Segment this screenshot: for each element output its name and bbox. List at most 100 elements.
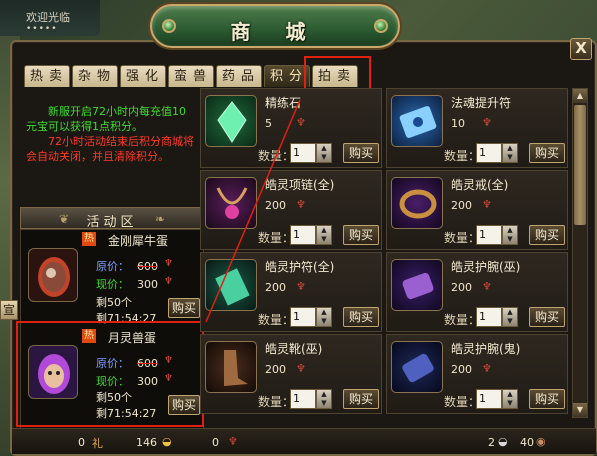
tab-enhance[interactable]: 强化 [120, 65, 166, 87]
promo-red-text: 72小时活动结束后积分商城将会自动关闭，并且清除积分。 [26, 135, 194, 163]
silver-ingot-icon: ◒ [498, 435, 508, 448]
quantity-input[interactable]: 1 [476, 389, 502, 409]
left-side-tab[interactable]: 宣 [0, 300, 18, 320]
window-title: 商 城 [230, 20, 320, 44]
quantity-label: 数量： [258, 149, 295, 163]
banner-gem-icon [374, 19, 388, 33]
product-name: 皓灵护符(全) [265, 260, 335, 274]
currency-icon: ♆ [296, 116, 306, 129]
product-card: 皓灵护腕(巫) 200 ♆ 数量： 1 ▲ ▼ 购买 [386, 252, 568, 332]
product-price: 5 [265, 117, 272, 130]
quantity-stepper[interactable]: ▲ ▼ [316, 389, 332, 409]
quantity-input[interactable]: 1 [290, 307, 316, 327]
quantity-stepper[interactable]: ▲ ▼ [502, 307, 518, 327]
tab-beast[interactable]: 蛮兽 [168, 65, 214, 87]
quantity-input[interactable]: 1 [290, 143, 316, 163]
quantity-input[interactable]: 1 [476, 143, 502, 163]
scroll-thumb[interactable] [574, 105, 586, 225]
product-price: 200 [265, 199, 286, 212]
quantity-stepper[interactable]: ▲ ▼ [502, 225, 518, 245]
gift-count: 0 [78, 436, 85, 449]
product-card: 皓灵靴(巫) 200 ♆ 数量： 1 ▲ ▼ 购买 [200, 334, 382, 414]
currency-icon: ♆ [482, 116, 492, 129]
silver-count: 2 [488, 436, 495, 449]
points-count: 0 [212, 436, 219, 449]
ring-icon[interactable] [391, 177, 443, 229]
scroll-down-icon[interactable]: ▼ [573, 403, 587, 417]
buy-button[interactable]: 购买 [529, 307, 565, 327]
quantity-input[interactable]: 1 [290, 389, 316, 409]
activity-item-highlight [16, 321, 204, 427]
activity-buy-button[interactable]: 购买 [168, 298, 200, 318]
orig-price: 600 [137, 260, 158, 273]
product-card: 皓灵戒(全) 200 ♆ 数量： 1 ▲ ▼ 购买 [386, 170, 568, 250]
bracer-icon[interactable] [391, 259, 443, 311]
product-card: 精练石 5 ♆ 数量： 1 ▲ ▼ 购买 [200, 88, 382, 168]
product-name: 皓灵护腕(巫) [451, 260, 521, 274]
activity-zone-title: 活动区 [86, 215, 138, 230]
product-name: 皓灵靴(巫) [265, 342, 323, 356]
buy-button[interactable]: 购买 [529, 143, 565, 163]
quantity-label: 数量： [258, 313, 295, 327]
quantity-label: 数量： [444, 313, 481, 327]
product-price: 200 [265, 363, 286, 376]
product-grid: 精练石 5 ♆ 数量： 1 ▲ ▼ 购买 法魂提升符 10 ♆ 数量： 1 ▲ ▼ … [200, 88, 572, 418]
product-price: 200 [265, 281, 286, 294]
close-button[interactable]: X [570, 38, 592, 60]
currency-icon: ♆ [296, 362, 306, 375]
buy-button[interactable]: 购买 [529, 389, 565, 409]
product-card: 皓灵护符(全) 200 ♆ 数量： 1 ▲ ▼ 购买 [200, 252, 382, 332]
amulet-icon[interactable] [205, 259, 257, 311]
activity-item-name: 金刚犀牛蛋 [108, 234, 169, 248]
promo-notice: 新服开启72小时内每充值10元宝可以获得1点积分。 72小时活动结束后积分商城将… [26, 104, 196, 164]
quantity-stepper[interactable]: ▲ ▼ [316, 225, 332, 245]
gift-icon: 礼 [92, 437, 103, 450]
quantity-label: 数量： [444, 149, 481, 163]
currency-icon: ♆ [482, 198, 492, 211]
ornament-right-icon: ❧ [154, 212, 165, 226]
quantity-input[interactable]: 1 [476, 307, 502, 327]
quantity-input[interactable]: 1 [290, 225, 316, 245]
bracer-dark-icon[interactable] [391, 341, 443, 393]
tab-hot[interactable]: 热卖 [24, 65, 70, 87]
gold-count: 146 [136, 436, 157, 449]
scroll-up-icon[interactable]: ▲ [573, 89, 587, 103]
currency-icon: ♆ [228, 435, 238, 448]
quantity-stepper[interactable]: ▲ ▼ [316, 307, 332, 327]
title-banner: 商 城 [150, 4, 400, 48]
promo-green-text: 新服开启72小时内每充值10元宝可以获得1点积分。 [26, 105, 186, 133]
product-card: 法魂提升符 10 ♆ 数量： 1 ▲ ▼ 购买 [386, 88, 568, 168]
boots-icon[interactable] [205, 341, 257, 393]
product-card: 皓灵护腕(鬼) 200 ♆ 数量： 1 ▲ ▼ 购买 [386, 334, 568, 414]
tab-medicine[interactable]: 药品 [216, 65, 262, 87]
tab-misc[interactable]: 杂物 [72, 65, 118, 87]
buy-button[interactable]: 购买 [343, 389, 379, 409]
currency-status-bar: 0 礼 146 ◒ 0 ♆ 2 ◒ 40 ◉ [12, 428, 596, 454]
blue-talisman-icon[interactable] [391, 95, 443, 147]
now-price: 300 [137, 278, 158, 291]
buy-button[interactable]: 购买 [529, 225, 565, 245]
product-card: 皓灵项链(全) 200 ♆ 数量： 1 ▲ ▼ 购买 [200, 170, 382, 250]
product-scrollbar[interactable]: ▲ ▼ [572, 88, 588, 418]
quantity-stepper[interactable]: ▲ ▼ [502, 143, 518, 163]
buy-button[interactable]: 购买 [343, 225, 379, 245]
currency-icon: ♆ [164, 276, 173, 287]
orig-price-label: 原价： [96, 260, 129, 273]
quantity-stepper[interactable]: ▲ ▼ [502, 389, 518, 409]
necklace-icon[interactable] [205, 177, 257, 229]
currency-icon: ♆ [482, 280, 492, 293]
now-price-row: 现价： 300 [96, 276, 158, 292]
quantity-input[interactable]: 1 [476, 225, 502, 245]
product-name: 皓灵戒(全) [451, 178, 509, 192]
quantity-stepper[interactable]: ▲ ▼ [316, 143, 332, 163]
activity-item: 热 金刚犀牛蛋 原价： 600 ♆ 现价： 300 ♆ 剩50个 剩71:54:27… [24, 230, 202, 326]
product-price: 200 [451, 199, 472, 212]
quantity-label: 数量： [258, 231, 295, 245]
green-crystal-icon[interactable] [205, 95, 257, 147]
gold-ingot-icon: ◒ [162, 435, 172, 448]
buy-button[interactable]: 购买 [343, 143, 379, 163]
orig-price-row: 原价： 600 [96, 258, 158, 274]
rhino-egg-icon[interactable] [28, 248, 78, 302]
welcome-dots: ••••• [26, 24, 58, 34]
buy-button[interactable]: 购买 [343, 307, 379, 327]
